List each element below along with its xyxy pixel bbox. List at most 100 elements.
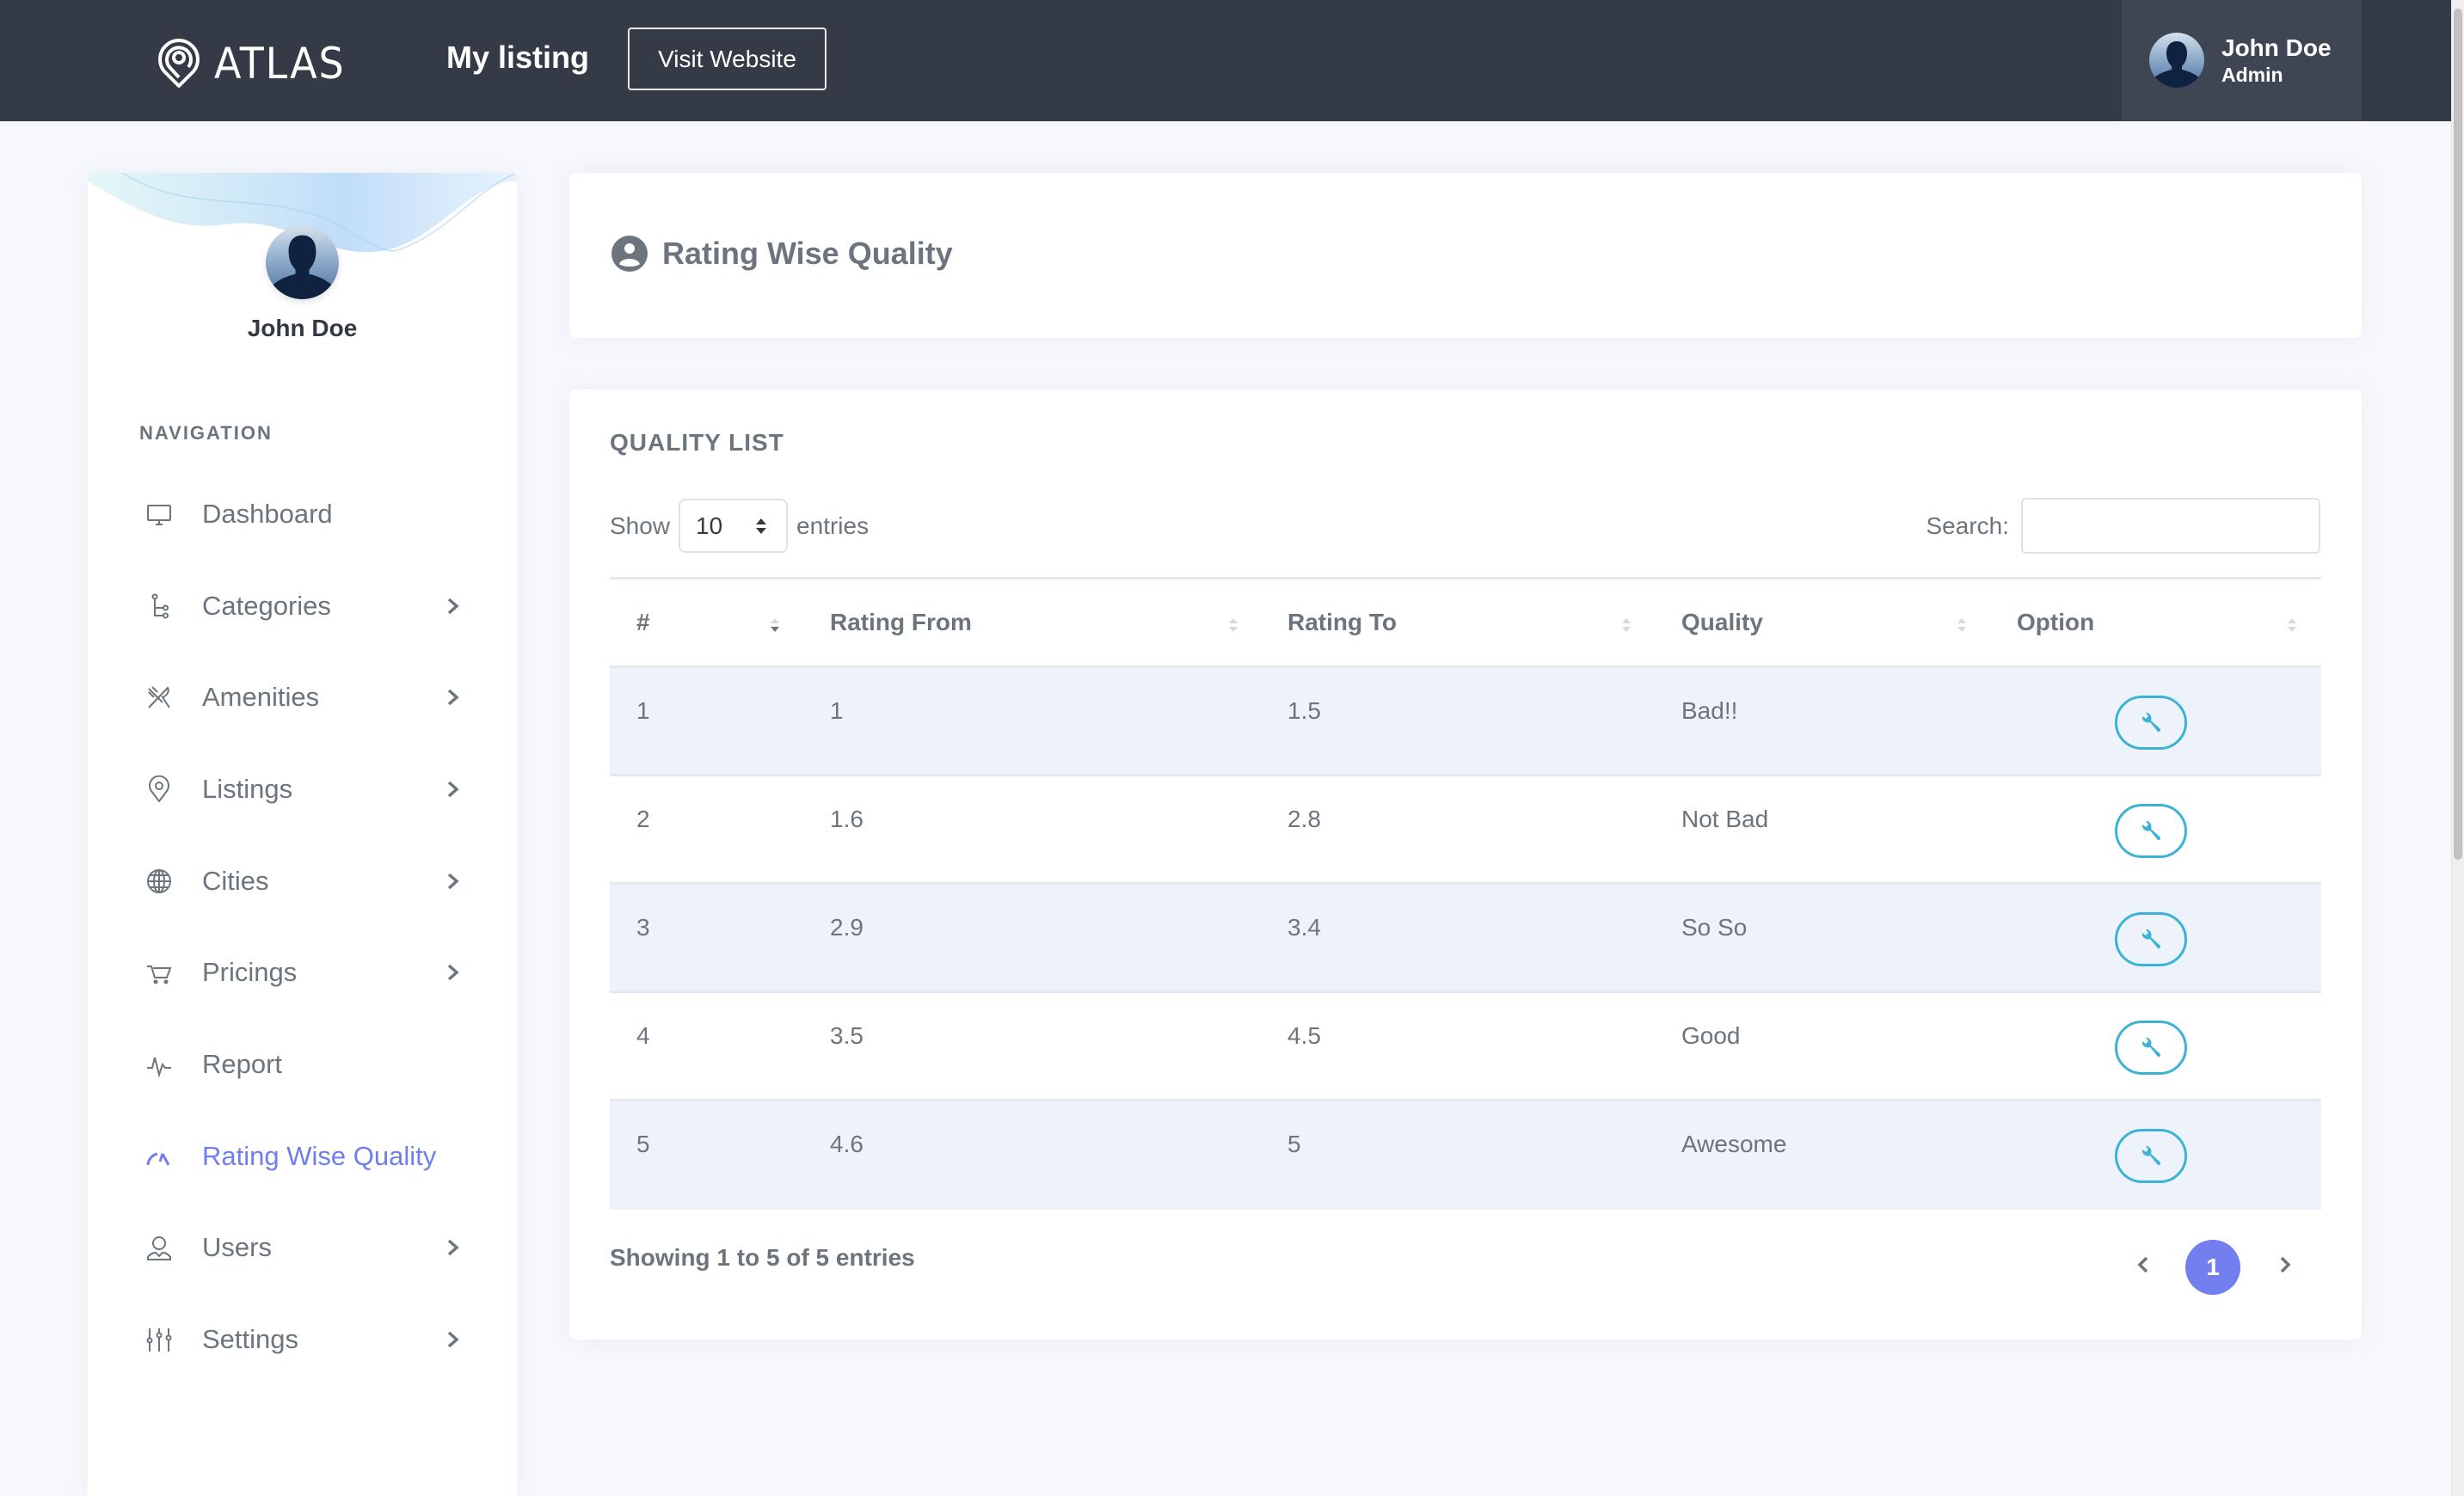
search-input[interactable] (2021, 498, 2320, 554)
user-silhouette-icon (2153, 41, 2201, 88)
sidebar-item-settings[interactable]: Settings (88, 1305, 517, 1374)
sidebar-item-cities[interactable]: Cities (88, 847, 517, 916)
map-pin-icon (158, 39, 200, 88)
sidebar-item-dashboard[interactable]: Dashboard (88, 480, 517, 549)
sort-icon[interactable] (2286, 616, 2298, 635)
section-title: QUALITY LIST (610, 429, 784, 456)
sort-icon[interactable] (1620, 616, 1632, 635)
sort-desc-icon[interactable] (769, 616, 781, 635)
edit-button[interactable] (2115, 696, 2187, 750)
select-arrows-icon (756, 518, 767, 534)
page-title: Rating Wise Quality (611, 235, 953, 273)
cell-rating-to: 4.5 (1287, 1022, 1321, 1049)
app-title: My listing (446, 40, 590, 75)
sidebar-item-label: Dashboard (202, 499, 333, 529)
chevron-right-icon (445, 962, 462, 983)
length-control: Show 10 entries (610, 499, 869, 553)
sidebar-item-users[interactable]: Users (88, 1213, 517, 1282)
cell-rating-from: 3.5 (830, 1022, 863, 1049)
user-silhouette-icon (270, 235, 335, 299)
pagination-previous[interactable] (2130, 1252, 2156, 1278)
cell-rating-to: 2.8 (1287, 806, 1321, 832)
cell-rating-to: 5 (1287, 1131, 1301, 1157)
column-header-label: Option (2017, 609, 2095, 635)
cell-quality: Good (1681, 1022, 1741, 1049)
cell-number: 3 (636, 914, 650, 941)
length-prefix: Show (610, 512, 671, 539)
sidebar-item-amenities[interactable]: Amenities (88, 663, 517, 732)
cell-rating-to: 3.4 (1287, 914, 1321, 941)
sidebar-item-label: Users (202, 1232, 272, 1262)
fork-knife-icon (145, 684, 173, 711)
pagination-next[interactable] (2272, 1252, 2298, 1278)
chevron-right-icon (445, 687, 462, 708)
wrench-icon (2142, 1037, 2161, 1057)
table-header: # Rating From Rating To Quality Option (610, 577, 2321, 668)
edit-button[interactable] (2115, 1021, 2187, 1075)
user-name: John Doe (2221, 34, 2332, 61)
search-control: Search: (1926, 498, 2320, 554)
table-row: 5 4.6 5 Awesome (610, 1101, 2321, 1210)
chevron-right-icon (445, 1237, 462, 1258)
pagination-page-1[interactable]: 1 (2185, 1240, 2240, 1295)
hierarchy-icon (145, 592, 173, 620)
page-header-card: Rating Wise Quality (569, 173, 2362, 338)
sidebar-user-name: John Doe (247, 315, 358, 341)
edit-button[interactable] (2115, 804, 2187, 858)
sidebar-item-categories[interactable]: Categories (88, 572, 517, 641)
column-header-label: Rating To (1287, 609, 1398, 635)
sidebar-item-rating-wise-quality[interactable]: Rating Wise Quality (88, 1122, 517, 1191)
length-suffix: entries (796, 512, 869, 539)
wrench-icon (2142, 929, 2161, 948)
entries-per-page-select[interactable]: 10 (679, 499, 789, 553)
sidebar-avatar[interactable] (266, 226, 339, 299)
table-row: 3 2.9 3.4 So So (610, 885, 2321, 993)
cell-quality: Not Bad (1681, 806, 1769, 832)
cell-quality: Bad!! (1681, 697, 1738, 724)
chevron-right-icon (2280, 1256, 2291, 1273)
user-role: Admin (2221, 63, 2283, 86)
column-header-label: Quality (1681, 609, 1763, 635)
user-menu[interactable]: John Doe Admin (2122, 0, 2362, 120)
cart-icon (145, 959, 173, 986)
page-scrollbar-thumb[interactable] (2454, 9, 2462, 860)
column-header-quality[interactable]: Quality (1681, 579, 1763, 665)
cell-quality: So So (1681, 914, 1748, 941)
sidebar: John Doe NAVIGATION Dashboard Categories… (88, 173, 517, 1496)
wrench-icon (2142, 820, 2161, 840)
visit-website-button[interactable]: Visit Website (628, 28, 826, 90)
chevron-left-icon (2137, 1256, 2148, 1273)
search-label: Search: (1926, 512, 2010, 539)
column-header-number[interactable]: # (636, 579, 650, 665)
cell-number: 4 (636, 1022, 650, 1049)
sidebar-item-listings[interactable]: Listings (88, 755, 517, 824)
sidebar-item-label: Cities (202, 866, 269, 896)
globe-icon (145, 868, 173, 895)
cell-number: 5 (636, 1131, 650, 1157)
table-row: 4 3.5 4.5 Good (610, 993, 2321, 1101)
page-title-text: Rating Wise Quality (662, 236, 953, 271)
sidebar-item-report[interactable]: Report (88, 1030, 517, 1099)
cell-rating-from: 4.6 (830, 1131, 863, 1157)
sort-icon[interactable] (1956, 616, 1968, 635)
cell-rating-to: 1.5 (1287, 697, 1321, 724)
user-icon (145, 1234, 173, 1261)
sidebar-item-label: Categories (202, 591, 331, 621)
brand-logo[interactable]: ATLAS (157, 38, 357, 89)
sidebar-item-pricings[interactable]: Pricings (88, 938, 517, 1007)
column-header-option[interactable]: Option (2017, 579, 2094, 665)
column-header-rating-from[interactable]: Rating From (830, 579, 972, 665)
edit-button[interactable] (2115, 1129, 2187, 1183)
cell-quality: Awesome (1681, 1131, 1787, 1157)
top-navbar: ATLAS My listing Visit Website John Doe … (0, 0, 2451, 121)
avatar (2149, 33, 2204, 88)
edit-button[interactable] (2115, 912, 2187, 966)
column-header-rating-to[interactable]: Rating To (1287, 579, 1397, 665)
column-header-label: Rating From (830, 609, 972, 635)
table-row: 1 1 1.5 Bad!! (610, 668, 2321, 776)
wrench-icon (2142, 712, 2161, 732)
cell-number: 2 (636, 806, 650, 832)
sort-icon[interactable] (1227, 616, 1239, 635)
speedometer-icon (145, 1143, 173, 1170)
sidebar-item-label: Amenities (202, 682, 320, 712)
